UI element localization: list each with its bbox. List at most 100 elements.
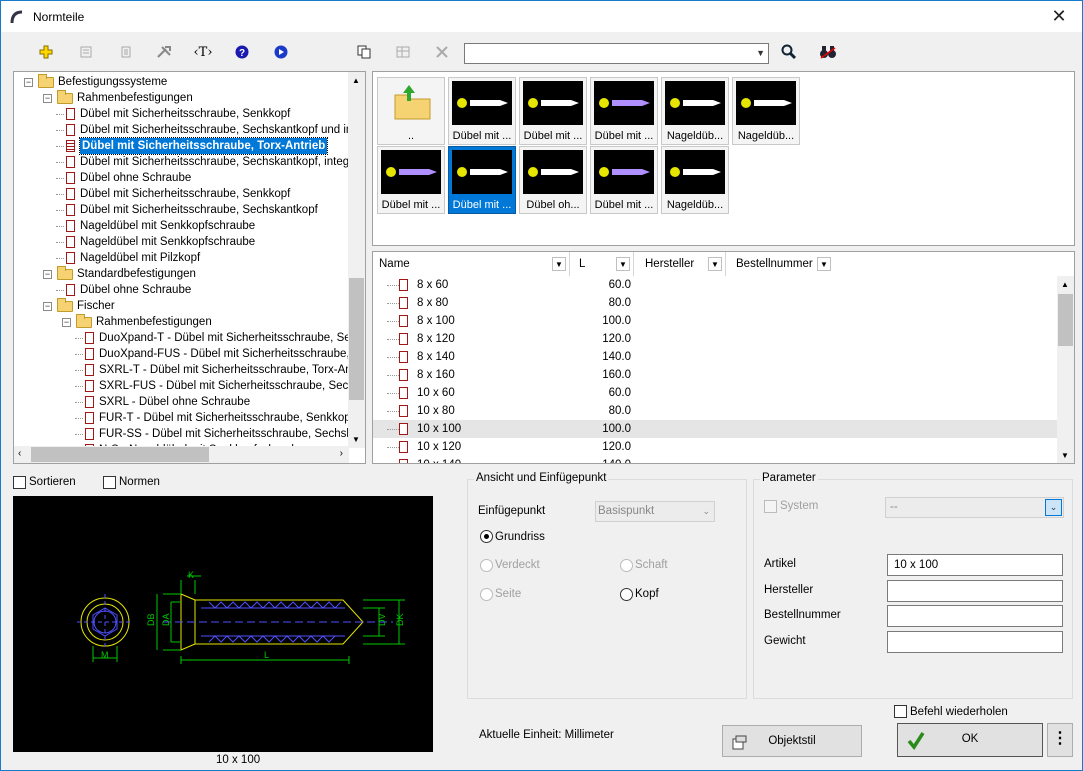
part-thumbnail[interactable]: Dübel mit ... — [590, 77, 658, 145]
table-row[interactable]: 10 x 120 120.0 — [373, 438, 1059, 456]
list-icon[interactable] — [113, 39, 139, 65]
filter-dropdown-icon[interactable]: ▼ — [552, 257, 566, 271]
tree-item[interactable]: Dübel mit Sicherheitsschraube, Torx-Antr… — [14, 137, 350, 155]
scroll-right-icon[interactable]: › — [340, 448, 343, 459]
column-header-bestellnummer[interactable]: Bestellnummer ▼ — [730, 252, 834, 276]
tree-item[interactable]: Dübel mit Sicherheitsschraube, Senkkopf — [14, 186, 350, 202]
collapse-toggle-icon[interactable]: − — [43, 270, 52, 279]
tree-horizontal-scrollbar[interactable]: ‹ › — [14, 446, 349, 463]
help-icon[interactable]: ? — [229, 39, 255, 65]
part-thumbnail[interactable]: Dübel mit ... — [377, 146, 445, 214]
hersteller-field[interactable] — [887, 580, 1063, 602]
table-vertical-scrollbar[interactable]: ▲ ▼ — [1057, 276, 1074, 463]
filter-dropdown-icon[interactable]: ▼ — [817, 257, 831, 271]
table-row[interactable]: 10 x 80 80.0 — [373, 402, 1059, 420]
system-checkbox[interactable] — [764, 500, 777, 513]
tree-folder[interactable]: − Fischer — [14, 298, 350, 314]
tree-item[interactable]: Dübel ohne Schraube — [14, 170, 350, 186]
chevron-down-icon[interactable]: ⌄ — [1045, 499, 1062, 516]
table-row[interactable]: 10 x 60 60.0 — [373, 384, 1059, 402]
tree-item[interactable]: DuoXpand-T - Dübel mit Sicherheitsschrau… — [14, 330, 365, 346]
properties-icon[interactable] — [73, 39, 99, 65]
chevron-down-icon[interactable]: ▼ — [756, 48, 765, 58]
tree-item[interactable]: FUR-T - Dübel mit Sicherheitsschraube, S… — [14, 410, 354, 426]
scroll-down-icon[interactable]: ▼ — [352, 435, 360, 444]
search-icon[interactable] — [776, 39, 802, 65]
radio-schaft[interactable] — [620, 559, 633, 572]
tree-item[interactable]: SXRL - Dübel ohne Schraube — [14, 394, 350, 410]
copy-icon[interactable] — [351, 39, 377, 65]
part-thumbnail[interactable]: Dübel oh... — [519, 146, 587, 214]
repeat-command-checkbox[interactable] — [894, 705, 907, 718]
table-row[interactable]: 8 x 60 60.0 — [373, 276, 1059, 294]
tree-item[interactable]: Dübel mit Sicherheitsschraube, Sechskant… — [14, 154, 365, 170]
tree-hscroll-thumb[interactable] — [31, 447, 209, 462]
table-row[interactable]: 8 x 120 120.0 — [373, 330, 1059, 348]
tree-folder[interactable]: − Rahmenbefestigungen — [14, 90, 350, 106]
tree-item[interactable]: Dübel ohne Schraube — [14, 282, 350, 298]
collapse-toggle-icon[interactable]: − — [43, 302, 52, 311]
table-row[interactable]: 10 x 140 140.0 — [373, 456, 1059, 463]
column-header-hersteller[interactable]: Hersteller ▼ — [639, 252, 726, 276]
collapse-toggle-icon[interactable]: − — [43, 94, 52, 103]
radio-grundriss[interactable] — [480, 530, 493, 543]
part-thumbnail[interactable]: Dübel mit ... — [590, 146, 658, 214]
part-thumbnail[interactable]: Dübel mit ... — [448, 77, 516, 145]
search-combo[interactable]: ▼ — [464, 43, 769, 64]
table-row[interactable]: 8 x 160 160.0 — [373, 366, 1059, 384]
tree-item[interactable]: Nageldübel mit Senkkopfschraube — [14, 218, 350, 234]
tree-vscroll-thumb[interactable] — [349, 278, 364, 400]
scroll-up-icon[interactable]: ▲ — [1061, 280, 1069, 289]
delete-icon[interactable] — [429, 39, 455, 65]
table-row[interactable]: 8 x 100 100.0 — [373, 312, 1059, 330]
category-tree[interactable]: − Befestigungssysteme − Rahmenbefestigungen… — [13, 71, 366, 464]
table-vscroll-thumb[interactable] — [1058, 294, 1073, 346]
table-row[interactable]: 8 x 80 80.0 — [373, 294, 1059, 312]
tree-item[interactable]: Dübel mit Sicherheitsschraube, Sechskant… — [14, 202, 350, 218]
column-header-name[interactable]: Name ▼ — [373, 252, 570, 276]
scroll-down-icon[interactable]: ▼ — [1061, 451, 1069, 460]
column-header-l[interactable]: L ▼ — [573, 252, 634, 276]
table-icon[interactable] — [390, 39, 416, 65]
sort-checkbox[interactable] — [13, 476, 26, 489]
chevron-down-icon[interactable]: ⌄ — [702, 502, 710, 521]
table-row[interactable]: 8 x 140 140.0 — [373, 348, 1059, 366]
radio-seite[interactable] — [480, 588, 493, 601]
part-thumbnail[interactable]: Dübel mit ... — [519, 77, 587, 145]
filter-dropdown-icon[interactable]: ▼ — [616, 257, 630, 271]
tree-item[interactable]: SXRL-T - Dübel mit Sicherheitsschraube, … — [14, 362, 365, 378]
tree-item[interactable]: Dübel mit Sicherheitsschraube, Senkkopf — [14, 106, 350, 122]
collapse-toggle-icon[interactable]: − — [62, 318, 71, 327]
part-thumbnail[interactable]: Dübel mit ... — [448, 146, 516, 214]
tools-icon[interactable] — [151, 39, 177, 65]
part-thumbnail[interactable]: Nageldüb... — [661, 146, 729, 214]
bestellnummer-field[interactable] — [887, 605, 1063, 627]
text-tag-icon[interactable]: ‹T› — [190, 39, 216, 65]
tree-item[interactable]: DuoXpand-FUS - Dübel mit Sicherheitsschr… — [14, 346, 365, 362]
scroll-left-icon[interactable]: ‹ — [18, 448, 21, 459]
tree-item[interactable]: Nageldübel mit Senkkopfschraube — [14, 234, 350, 250]
close-icon[interactable]: ✕ — [1036, 1, 1082, 32]
add-icon[interactable] — [33, 39, 59, 65]
tree-vertical-scrollbar[interactable]: ▲ ▼ — [348, 72, 365, 448]
parent-folder-thumbnail[interactable]: .. — [377, 77, 445, 145]
system-select[interactable]: -- ⌄ — [885, 497, 1064, 518]
collapse-toggle-icon[interactable]: − — [24, 78, 33, 87]
table-row[interactable]: 10 x 100 100.0 — [373, 420, 1059, 438]
part-thumbnail[interactable]: Nageldüb... — [732, 77, 800, 145]
gewicht-field[interactable] — [887, 631, 1063, 653]
part-thumbnail[interactable]: Nageldüb... — [661, 77, 729, 145]
norms-checkbox[interactable] — [103, 476, 116, 489]
scroll-up-icon[interactable]: ▲ — [352, 76, 360, 85]
tree-item[interactable]: Nageldübel mit Pilzkopf — [14, 250, 350, 266]
radio-kopf[interactable] — [620, 588, 633, 601]
artikel-field[interactable]: 10 x 100 — [887, 554, 1063, 576]
radio-verdeckt[interactable] — [480, 559, 493, 572]
object-style-button[interactable]: Objektstil — [722, 725, 862, 757]
tree-item[interactable]: FUR-SS - Dübel mit Sicherheitsschraube, … — [14, 426, 365, 442]
tree-item[interactable]: SXRL-FUS - Dübel mit Sicherheitsschraube… — [14, 378, 365, 394]
play-icon[interactable] — [268, 39, 294, 65]
ok-button[interactable]: OK — [897, 723, 1043, 757]
insert-point-select[interactable]: Basispunkt ⌄ — [595, 501, 715, 522]
tree-folder[interactable]: − Standardbefestigungen — [14, 266, 350, 282]
